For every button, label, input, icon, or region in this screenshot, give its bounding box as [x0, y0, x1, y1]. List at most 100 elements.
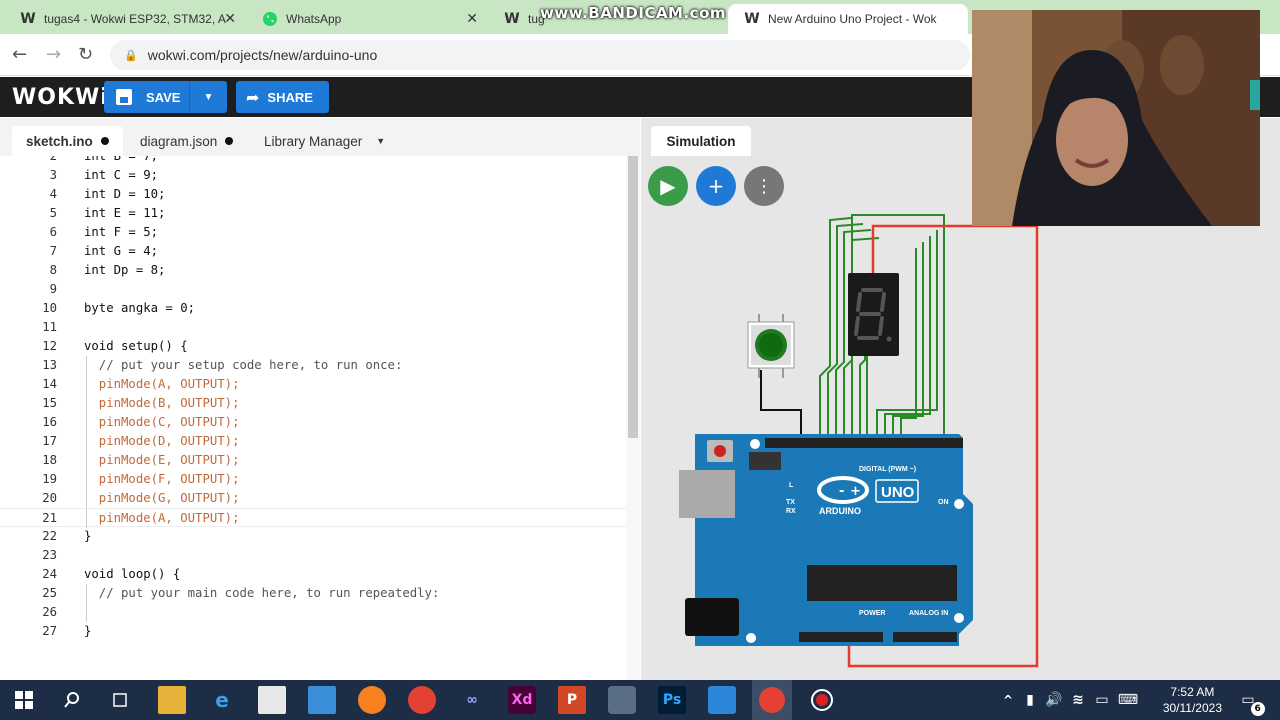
- chevron-down-icon[interactable]: ▼: [376, 136, 385, 146]
- photoshop-icon[interactable]: Ps: [658, 686, 686, 714]
- code-line[interactable]: 6 int F = 5;: [0, 223, 626, 242]
- line-text: int E = 11;: [84, 206, 166, 220]
- code-line[interactable]: 8 int Dp = 8;: [0, 261, 626, 280]
- line-text: pinMode(G, OUTPUT);: [84, 491, 240, 505]
- powerpoint-icon[interactable]: P: [558, 686, 586, 714]
- code-line[interactable]: 5 int E = 11;: [0, 204, 626, 223]
- chrome-icon[interactable]: [408, 686, 436, 714]
- windows-start-icon[interactable]: [10, 686, 38, 714]
- code-line[interactable]: 26: [0, 603, 626, 622]
- code-line[interactable]: 24 void loop() {: [0, 565, 626, 584]
- code-line[interactable]: 11: [0, 318, 626, 337]
- search-icon[interactable]: [58, 686, 86, 714]
- code-line[interactable]: 21 pinMode(A, OUTPUT);: [0, 508, 626, 528]
- line-text: pinMode(A, OUTPUT);: [84, 377, 240, 391]
- close-tab-icon[interactable]: ✕: [224, 10, 236, 27]
- line-text: int B = 7;: [84, 156, 159, 163]
- code-line[interactable]: 14 pinMode(A, OUTPUT);: [0, 375, 626, 394]
- line-number: 13: [42, 358, 57, 372]
- code-line[interactable]: 27}: [0, 622, 626, 641]
- line-number: 21: [42, 511, 57, 525]
- notification-count-badge: 6: [1250, 702, 1265, 716]
- save-dropdown-chevron-icon[interactable]: ▼: [189, 81, 227, 113]
- scrollbar-thumb[interactable]: [628, 156, 638, 438]
- code-line[interactable]: 17 pinMode(D, OUTPUT);: [0, 432, 626, 451]
- line-text: void setup() {: [84, 339, 188, 353]
- wokwi-logo[interactable]: WOKWi: [12, 85, 109, 110]
- tab-label: sketch.ino: [26, 133, 93, 149]
- store-icon[interactable]: [258, 686, 286, 714]
- code-line[interactable]: 7 int G = 4;: [0, 242, 626, 261]
- record-icon[interactable]: [808, 686, 836, 714]
- notifications-icon[interactable]: ▭ 6: [1234, 686, 1265, 716]
- tab-diagram-json[interactable]: diagram.json: [126, 126, 247, 156]
- browser-tab-whatsapp[interactable]: WhatsApp ✕: [246, 4, 488, 34]
- power-label: POWER: [859, 610, 885, 617]
- task-view-icon[interactable]: [106, 686, 134, 714]
- svg-text:-: -: [839, 484, 844, 499]
- editor-scrollbar[interactable]: [626, 156, 640, 680]
- line-text: int C = 9;: [84, 168, 159, 182]
- pushbutton[interactable]: [747, 314, 795, 378]
- browser-tab-new-arduino[interactable]: W New Arduino Uno Project - Wok: [728, 4, 968, 34]
- forward-icon[interactable]: →: [46, 44, 61, 65]
- code-line[interactable]: 3 int C = 9;: [0, 166, 626, 185]
- close-tab-icon[interactable]: ✕: [466, 10, 478, 27]
- keyboard-icon[interactable]: ⌨: [1114, 686, 1142, 714]
- line-number: 4: [49, 187, 57, 201]
- tab-sketch-ino[interactable]: sketch.ino: [12, 126, 123, 156]
- lock-icon: 🔒: [124, 49, 138, 62]
- line-number: 8: [49, 263, 57, 277]
- code-line[interactable]: 12 void setup() {: [0, 337, 626, 356]
- mail-icon[interactable]: [308, 686, 336, 714]
- indent-guide: [86, 413, 87, 432]
- indent-guide: [86, 394, 87, 413]
- code-line[interactable]: 2 int B = 7;: [0, 156, 626, 166]
- code-line[interactable]: 23: [0, 546, 626, 565]
- analog-label: ANALOG IN: [909, 610, 948, 617]
- code-line[interactable]: 9: [0, 280, 626, 299]
- code-line[interactable]: 20 pinMode(G, OUTPUT);: [0, 489, 626, 508]
- code-line[interactable]: 25 // put your main code here, to run re…: [0, 584, 626, 603]
- browser-tab-tugas4[interactable]: W tugas4 - Wokwi ESP32, STM32, A ✕: [4, 4, 246, 34]
- line-number: 25: [42, 586, 57, 600]
- line-text: pinMode(C, OUTPUT);: [84, 415, 240, 429]
- code-line[interactable]: 15 pinMode(B, OUTPUT);: [0, 394, 626, 413]
- code-area[interactable]: 2 int B = 7; 3 int C = 9; 4 int D = 10; 5 int E…: [0, 156, 626, 680]
- infinity-app-icon[interactable]: ∞: [458, 686, 486, 714]
- code-line[interactable]: 22}: [0, 527, 626, 546]
- tab-title: WhatsApp: [286, 12, 342, 26]
- back-icon[interactable]: ←: [12, 44, 27, 65]
- code-line[interactable]: 10 byte angka = 0;: [0, 299, 626, 318]
- save-button[interactable]: SAVE ▼: [104, 81, 227, 113]
- line-number: 14: [42, 377, 57, 391]
- indent-guide: [86, 603, 87, 622]
- line-text: pinMode(D, OUTPUT);: [84, 434, 240, 448]
- camera-icon[interactable]: [608, 686, 636, 714]
- tab-label: Library Manager: [264, 133, 363, 149]
- arduino-uno-board[interactable]: - + UNO ARDUINO DIGITAL (PWM ~) POWER AN…: [679, 434, 973, 646]
- file-explorer-icon[interactable]: [158, 686, 186, 714]
- code-line[interactable]: 4 int D = 10;: [0, 185, 626, 204]
- firefox-icon[interactable]: [358, 686, 386, 714]
- edge-icon[interactable]: e: [208, 686, 236, 714]
- battery-icon[interactable]: ▭: [1088, 686, 1116, 714]
- reload-icon[interactable]: ↻: [78, 44, 93, 65]
- code-line[interactable]: 18 pinMode(E, OUTPUT);: [0, 451, 626, 470]
- code-line[interactable]: 13 // put your setup code here, to run o…: [0, 356, 626, 375]
- unsaved-dot-icon: [225, 137, 234, 145]
- indent-guide: [86, 584, 87, 603]
- adobe-xd-icon[interactable]: Xd: [508, 686, 536, 714]
- tab-title: New Arduino Uno Project - Wok: [768, 12, 937, 26]
- code-line[interactable]: 16 pinMode(C, OUTPUT);: [0, 413, 626, 432]
- wokwi-favicon-icon: W: [20, 11, 36, 27]
- share-button[interactable]: ➦ SHARE: [236, 81, 329, 113]
- editor-tab-bar: sketch.ino diagram.json Library Manager ▼: [0, 118, 640, 156]
- code-line[interactable]: 19 pinMode(F, OUTPUT);: [0, 470, 626, 489]
- chrome-active-icon[interactable]: [752, 680, 792, 720]
- seven-segment-display[interactable]: [848, 273, 899, 356]
- tab-library-manager[interactable]: Library Manager ▼: [250, 126, 399, 156]
- url-input[interactable]: 🔒 wokwi.com/projects/new/arduino-uno: [110, 40, 970, 70]
- photos-icon[interactable]: [708, 686, 736, 714]
- taskbar-clock[interactable]: 7:52 AM 30/11/2023: [1163, 684, 1222, 716]
